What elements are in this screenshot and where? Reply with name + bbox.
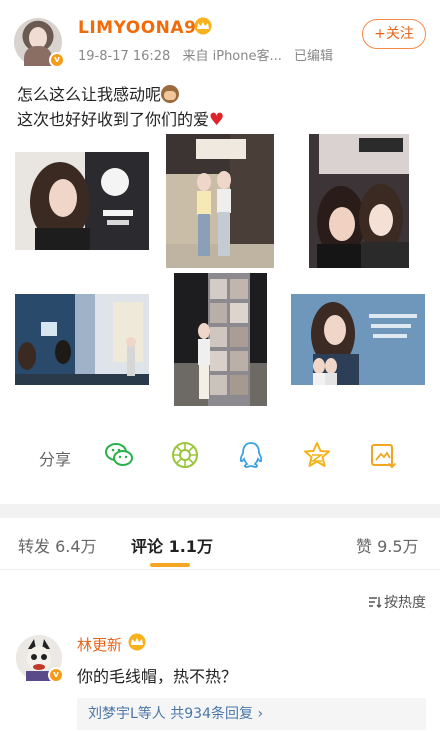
commenter-name[interactable]: 林更新 bbox=[77, 634, 122, 655]
comment-item: v 林更新 你的毛线帽，热不热？ 刘梦宇L等人 共934条回复 › bbox=[0, 628, 440, 731]
follow-button[interactable]: +关注 bbox=[362, 19, 426, 49]
post-photo-3[interactable] bbox=[309, 134, 409, 268]
post-text-line-1: 怎么这么让我感动呢 bbox=[17, 85, 162, 104]
qzone-star-icon[interactable] bbox=[302, 440, 332, 470]
moments-icon[interactable] bbox=[170, 440, 200, 470]
save-image-icon[interactable] bbox=[368, 440, 398, 470]
post-source: 来自 iPhone客... bbox=[182, 49, 282, 64]
replies-users: 刘梦宇L等人 bbox=[88, 706, 166, 722]
wechat-icon[interactable] bbox=[104, 440, 134, 470]
red-heart-icon: ♥ bbox=[209, 110, 225, 130]
repost-label: 转发 bbox=[18, 537, 51, 556]
post-photo-1[interactable] bbox=[15, 152, 149, 250]
active-tab-indicator bbox=[150, 563, 190, 567]
see-no-evil-monkey-icon bbox=[161, 85, 180, 103]
post-edited[interactable]: 已编辑 bbox=[294, 49, 333, 64]
post-text-line-2: 这次也好好收到了你们的爱 bbox=[17, 110, 210, 129]
post-header: v LIMYOONA90 19-8-17 16:28 来自 iPhone客...… bbox=[0, 0, 440, 74]
post-date: 19-8-17 16:28 bbox=[78, 49, 171, 64]
stats-tabs: 转发 6.4万 评论 1.1万 赞 9.5万 bbox=[0, 518, 440, 570]
like-label: 赞 bbox=[356, 537, 373, 556]
share-label: 分享 bbox=[39, 450, 72, 469]
comment-label: 评论 bbox=[131, 537, 164, 556]
share-action-row: 分享 bbox=[0, 436, 440, 476]
post-photo-6[interactable] bbox=[291, 294, 425, 385]
crown-icon bbox=[194, 17, 212, 35]
like-count: 9.5万 bbox=[377, 537, 419, 556]
post-meta: 19-8-17 16:28 来自 iPhone客... 已编辑 bbox=[78, 45, 341, 64]
tab-likes[interactable]: 赞 9.5万 bbox=[356, 533, 419, 557]
tab-comments[interactable]: 评论 1.1万 bbox=[131, 533, 213, 557]
chevron-right-icon: › bbox=[257, 706, 264, 722]
post-photo-4[interactable] bbox=[15, 294, 149, 385]
comment-text: 你的毛线帽，热不热？ bbox=[77, 667, 238, 686]
tab-repost[interactable]: 转发 6.4万 bbox=[18, 533, 97, 557]
replies-count: 共934条回复 bbox=[170, 706, 253, 722]
commenter-crown-icon bbox=[128, 633, 146, 651]
commenter-verified-badge-icon: v bbox=[48, 667, 64, 683]
post-photo-2[interactable] bbox=[166, 134, 274, 268]
post-text: 怎么这么让我感动呢 这次也好好收到了你们的爱♥ bbox=[17, 82, 224, 133]
comment-count: 1.1万 bbox=[168, 537, 213, 556]
commenter-avatar[interactable]: v bbox=[16, 635, 64, 683]
repost-count: 6.4万 bbox=[55, 537, 97, 556]
qq-icon[interactable] bbox=[236, 440, 266, 470]
sort-by-popularity-button[interactable]: 按热度 bbox=[368, 592, 426, 612]
view-replies-button[interactable]: 刘梦宇L等人 共934条回复 › bbox=[77, 698, 426, 730]
sort-label: 按热度 bbox=[384, 595, 426, 611]
section-divider bbox=[0, 504, 440, 518]
sort-icon bbox=[369, 597, 382, 608]
verified-badge-icon: v bbox=[49, 52, 65, 68]
post-username[interactable]: LIMYOONA90 bbox=[78, 18, 209, 38]
user-avatar[interactable]: v bbox=[14, 18, 65, 68]
post-photo-5[interactable] bbox=[174, 273, 267, 406]
